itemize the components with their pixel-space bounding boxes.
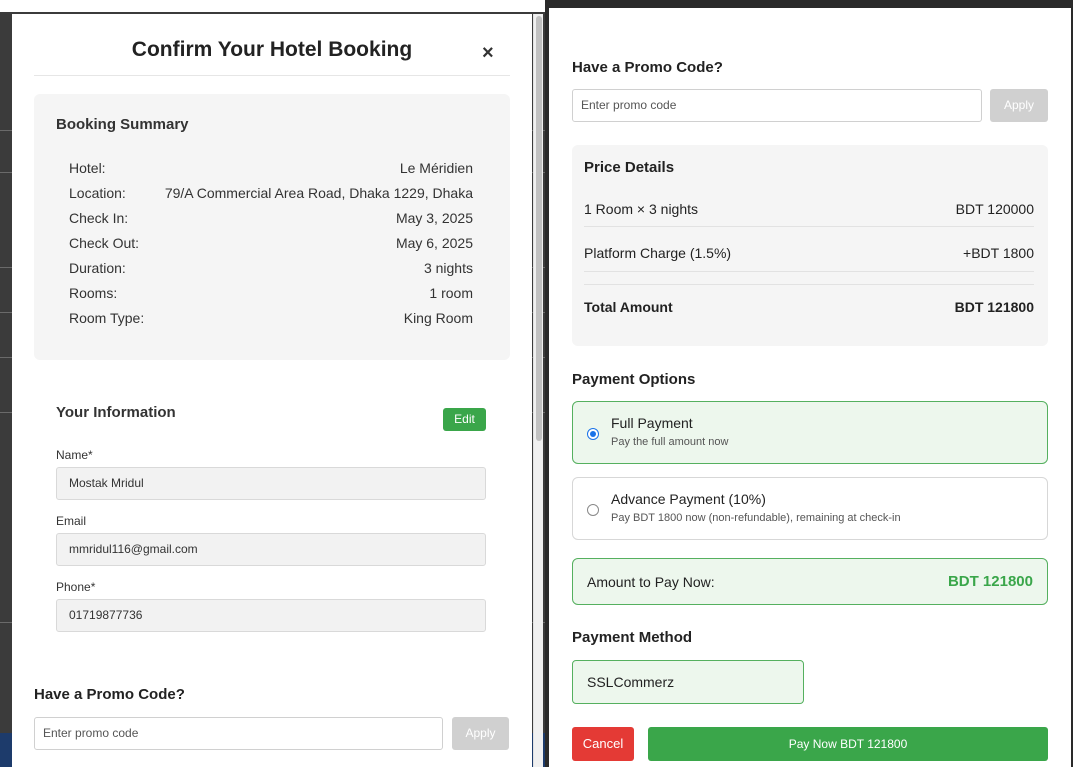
summary-label: Duration: [69,260,126,276]
summary-row-location: Location: 79/A Commercial Area Road, Dha… [69,185,473,201]
summary-value: King Room [403,310,473,326]
promo-title: Have a Promo Code? [34,686,185,703]
price-label: Platform Charge (1.5%) [584,245,732,261]
cancel-button[interactable]: Cancel [572,727,634,761]
booking-summary: Booking Summary Hotel: Le Méridien Locat… [34,94,510,360]
summary-value: Le Méridien [399,160,473,176]
divider [584,226,1034,227]
payment-method-title: Payment Method [572,629,693,646]
apply-button[interactable]: Apply [452,717,509,750]
summary-label: Rooms: [69,285,118,301]
divider [584,284,1034,285]
price-row-rooms: 1 Room × 3 nights BDT 120000 [584,201,1034,217]
option-description: Pay the full amount now [611,436,729,448]
summary-row-rooms: Rooms: 1 room [69,285,473,301]
pay-now-button[interactable]: Pay Now BDT 121800 [648,727,1048,761]
radio-button[interactable] [587,428,599,440]
total-value: BDT 121800 [954,299,1034,315]
amount-label: Amount to Pay Now: [587,574,715,590]
apply-button[interactable]: Apply [990,89,1048,122]
option-label: Full Payment [611,415,693,431]
price-details-title: Price Details [584,159,675,176]
summary-value: 1 room [429,285,473,301]
summary-title: Booking Summary [56,116,189,133]
divider [34,75,510,76]
summary-value: 79/A Commercial Area Road, Dhaka 1229, D… [164,185,473,201]
total-label: Total Amount [584,299,673,315]
summary-row-check-in: Check In: May 3, 2025 [69,210,473,226]
amount-value: BDT 121800 [947,573,1033,590]
full-payment-option[interactable]: Full Payment Pay the full amount now [572,401,1048,464]
scrollbar[interactable] [533,14,543,767]
summary-row-duration: Duration: 3 nights [69,260,473,276]
summary-label: Hotel: [69,160,106,176]
option-description: Pay BDT 1800 now (non-refundable), remai… [611,512,901,524]
promo-title: Have a Promo Code? [572,59,723,76]
name-label: Name* [56,448,93,462]
phone-label: Phone* [56,580,96,594]
promo-input[interactable]: Enter promo code [572,89,982,122]
scrollbar-thumb[interactable] [536,16,542,441]
payment-options-title: Payment Options [572,371,696,388]
advance-payment-option[interactable]: Advance Payment (10%) Pay BDT 1800 now (… [572,477,1048,540]
summary-row-room-type: Room Type: King Room [69,310,473,326]
summary-label: Location: [69,185,126,201]
option-label: Advance Payment (10%) [611,491,766,507]
price-row-platform-charge: Platform Charge (1.5%) +BDT 1800 [584,245,1034,261]
price-details: Price Details 1 Room × 3 nights BDT 1200… [572,145,1048,346]
email-label: Email [56,514,87,528]
summary-row-hotel: Hotel: Le Méridien [69,160,473,176]
phone-field[interactable]: 01719877736 [56,599,486,632]
email-field[interactable]: mmridul116@gmail.com [56,533,486,566]
summary-value: 3 nights [423,260,473,276]
promo-input[interactable]: Enter promo code [34,717,443,750]
radio-button[interactable] [587,504,599,516]
amount-to-pay: Amount to Pay Now: BDT 121800 [572,558,1048,605]
summary-label: Check Out: [69,235,140,251]
price-row-total: Total Amount BDT 121800 [584,299,1034,315]
summary-value: May 3, 2025 [395,210,473,226]
price-value: +BDT 1800 [963,245,1034,261]
close-icon[interactable]: × [482,42,494,65]
edit-button[interactable]: Edit [443,408,486,431]
price-label: 1 Room × 3 nights [584,201,699,217]
booking-modal: Confirm Your Hotel Booking × Booking Sum… [12,14,532,767]
summary-label: Room Type: [69,310,145,326]
summary-label: Check In: [69,210,129,226]
summary-value: May 6, 2025 [395,235,473,251]
modal-title: Confirm Your Hotel Booking [131,38,413,61]
summary-row-check-out: Check Out: May 6, 2025 [69,235,473,251]
screenshot-frame: Confirm Your Hotel Booking × Booking Sum… [0,0,1073,767]
your-information-title: Your Information [56,404,176,421]
price-value: BDT 120000 [955,201,1034,217]
name-field[interactable]: Mostak Mridul [56,467,486,500]
payment-method-option[interactable]: SSLCommerz [572,660,804,704]
divider [584,271,1034,272]
